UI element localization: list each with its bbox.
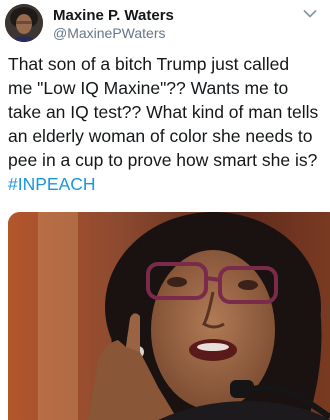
photo-illustration <box>8 212 330 420</box>
avatar-image <box>5 4 43 42</box>
author-block: Maxine P. Waters @MaxinePWaters <box>53 7 174 42</box>
tweet-card[interactable]: Maxine P. Waters @MaxinePWaters That son… <box>0 0 330 420</box>
chevron-down-icon[interactable] <box>303 9 317 19</box>
avatar[interactable] <box>5 4 43 42</box>
tweet-photo[interactable] <box>8 212 330 420</box>
author-display-name[interactable]: Maxine P. Waters <box>53 7 174 24</box>
tweet-text: That son of a bitch Trump just called me… <box>8 54 319 170</box>
author-handle[interactable]: @MaxinePWaters <box>53 25 174 42</box>
tweet-header: Maxine P. Waters @MaxinePWaters <box>0 0 330 44</box>
hashtag-link[interactable]: #INPEACH <box>8 172 96 196</box>
